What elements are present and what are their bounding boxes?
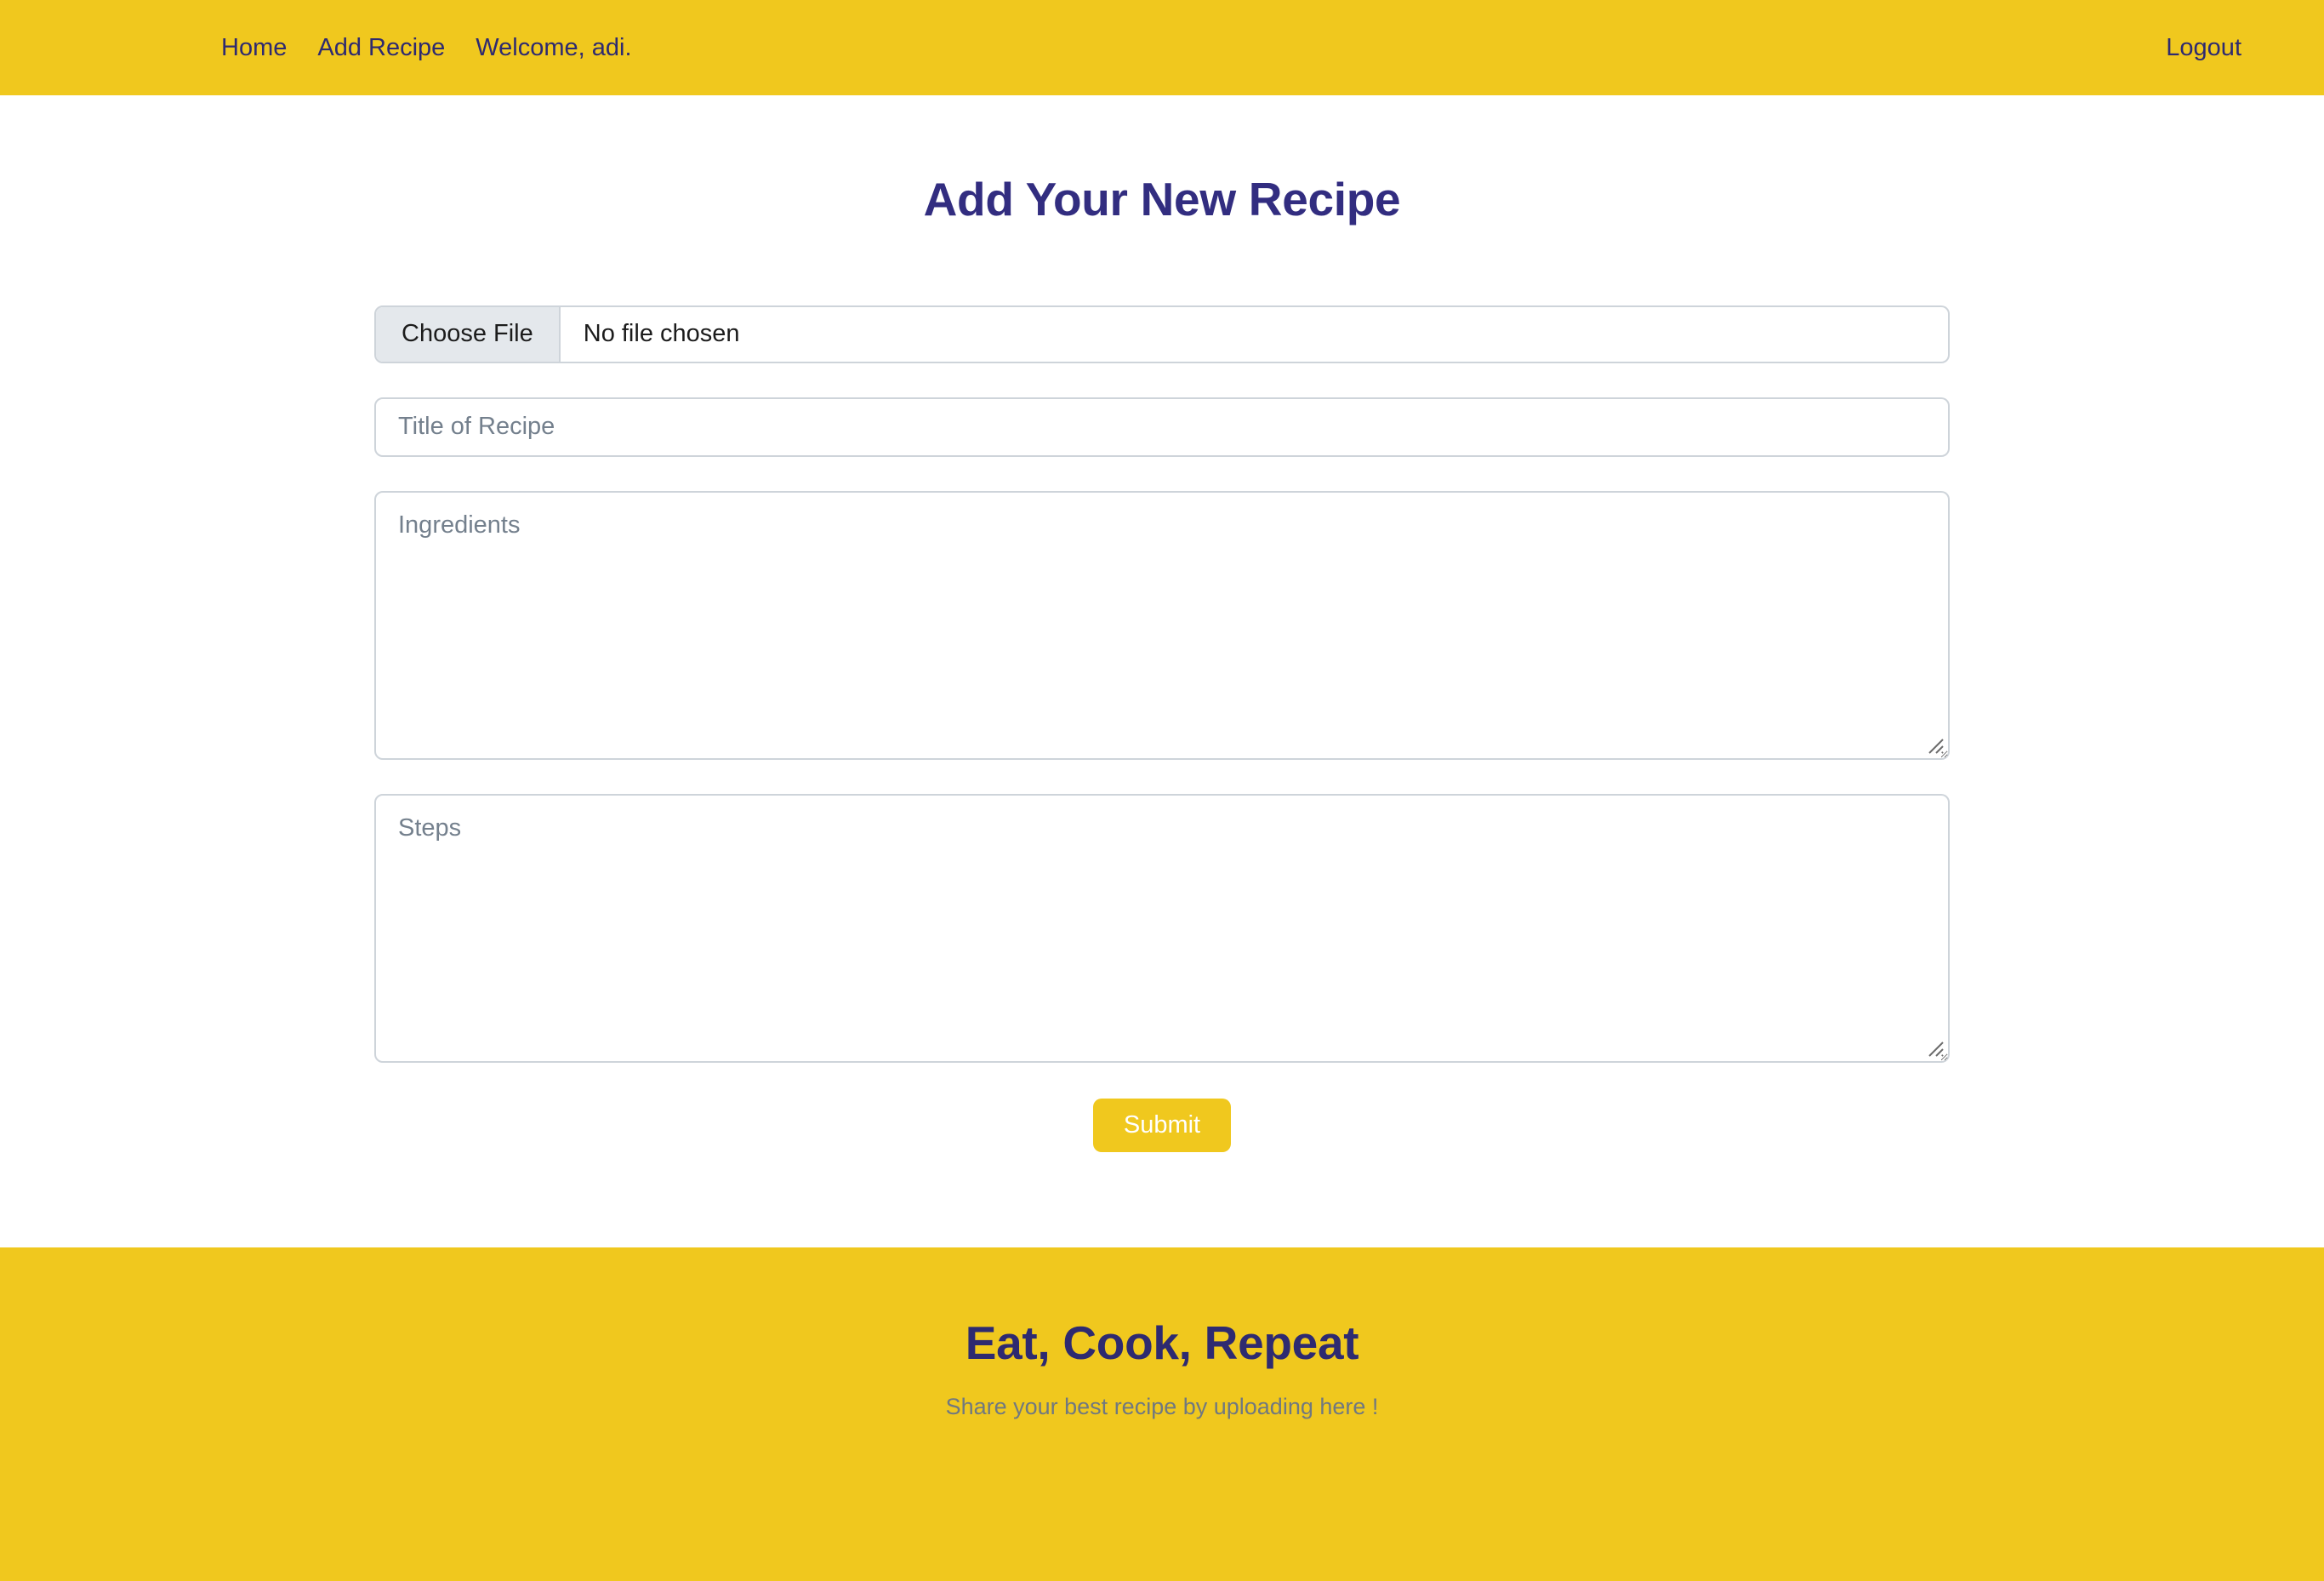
submit-row: Submit bbox=[374, 1098, 1950, 1153]
nav-link-logout[interactable]: Logout bbox=[2166, 35, 2241, 60]
nav-link-home[interactable]: Home bbox=[221, 35, 287, 60]
main-content: Add Your New Recipe Choose File No file … bbox=[0, 95, 2324, 1248]
nav-link-add-recipe[interactable]: Add Recipe bbox=[317, 35, 445, 60]
submit-button[interactable]: Submit bbox=[1092, 1098, 1232, 1153]
footer-headline: Eat, Cook, Repeat bbox=[965, 1316, 1359, 1370]
steps-textarea[interactable] bbox=[374, 793, 1950, 1063]
nav-welcome-text: Welcome, adi. bbox=[476, 33, 632, 61]
choose-file-button[interactable]: Choose File bbox=[376, 306, 561, 362]
file-upload-field[interactable]: Choose File No file chosen bbox=[374, 305, 1950, 363]
ingredients-textarea[interactable] bbox=[374, 490, 1950, 760]
navbar-right-group: Logout bbox=[2166, 35, 2242, 60]
app-root: Home Add Recipe Welcome, adi. Logout Add… bbox=[0, 0, 2324, 1581]
top-navbar: Home Add Recipe Welcome, adi. Logout bbox=[0, 0, 2324, 95]
footer-subtitle: Share your best recipe by uploading here… bbox=[945, 1393, 1379, 1419]
site-footer: Eat, Cook, Repeat Share your best recipe… bbox=[0, 1247, 2324, 1581]
steps-field-wrapper bbox=[374, 793, 1950, 1063]
add-recipe-form: Choose File No file chosen Title of Reci… bbox=[374, 305, 1950, 1153]
page-title: Add Your New Recipe bbox=[923, 173, 1401, 225]
navbar-left-group: Home Add Recipe Welcome, adi. bbox=[221, 33, 632, 61]
ingredients-field-wrapper bbox=[374, 490, 1950, 760]
file-name-label: No file chosen bbox=[583, 320, 740, 347]
recipe-title-input[interactable] bbox=[374, 397, 1950, 457]
